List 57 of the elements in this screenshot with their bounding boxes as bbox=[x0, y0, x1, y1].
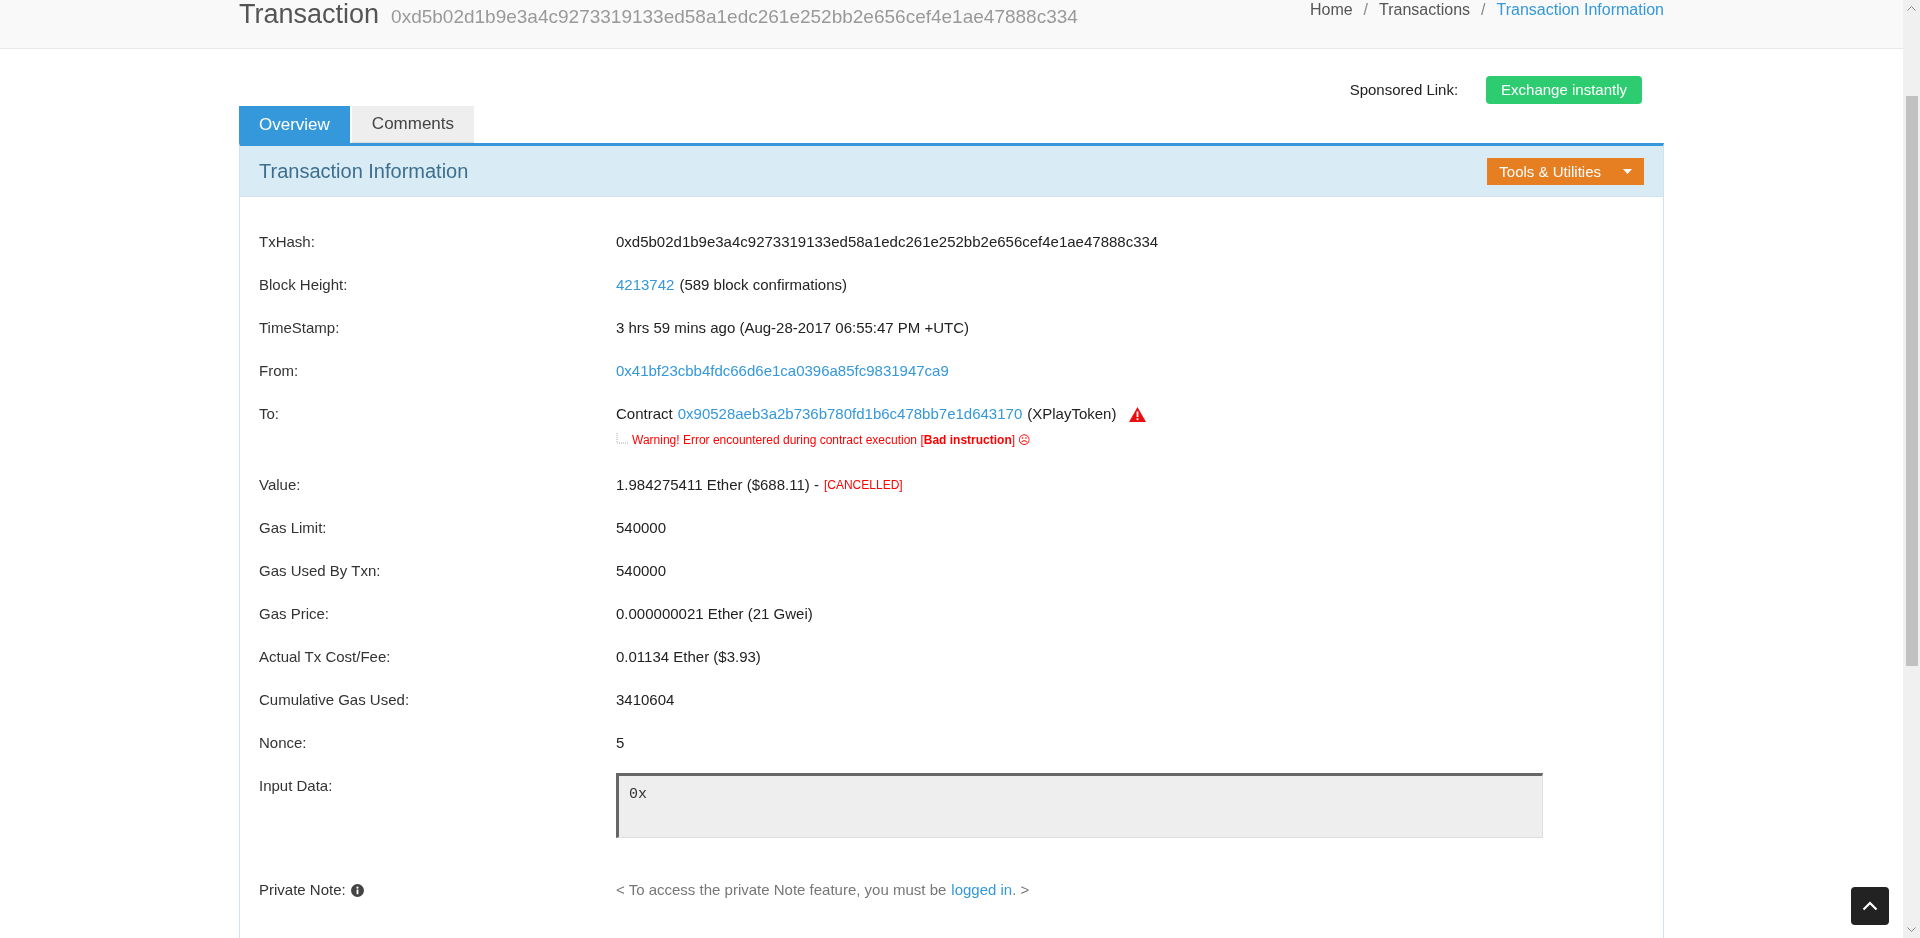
scrollbar-thumb[interactable] bbox=[1905, 96, 1918, 666]
scroll-down-icon[interactable] bbox=[1907, 927, 1916, 933]
field-label: Value: bbox=[259, 476, 301, 494]
exchange-button[interactable]: Exchange instantly bbox=[1486, 75, 1642, 104]
field-value: 0.01134 Ether ($3.93) bbox=[616, 648, 761, 666]
field-label: Gas Used By Txn: bbox=[259, 562, 381, 580]
field-value: 3410604 bbox=[616, 691, 675, 709]
field-label: TxHash: bbox=[259, 233, 315, 251]
field-label: Private Note: bbox=[259, 881, 346, 899]
field-label: Gas Limit: bbox=[259, 519, 327, 537]
sponsored-label: Sponsored Link: bbox=[1349, 81, 1459, 98]
breadcrumb-separator: / bbox=[1363, 1, 1369, 19]
value-link[interactable]: 4213742 bbox=[616, 276, 675, 294]
tab[interactable]: Overview bbox=[239, 106, 350, 143]
field-value: (XPlayToken) bbox=[1027, 405, 1117, 423]
breadcrumb-link[interactable]: Home bbox=[1309, 1, 1353, 19]
breadcrumb-link[interactable]: Transactions bbox=[1379, 1, 1471, 19]
value-link[interactable]: 0x90528aeb3a2b736b780fd1b6c478bb7e1d643170 bbox=[677, 405, 1023, 423]
field-value: 5 bbox=[616, 734, 625, 752]
field-label: Gas Price: bbox=[259, 605, 330, 623]
field-label: To: bbox=[259, 405, 279, 423]
field-value: 540000 bbox=[616, 562, 667, 580]
panel-title: Transaction Information bbox=[259, 159, 469, 183]
chevron-up-icon bbox=[1862, 901, 1878, 911]
field-value: 0xd5b02d1b9e3a4c9273319133ed58a1edc261e252bb2e656cef4e1ae47888c334 bbox=[616, 233, 1159, 251]
scroll-up-icon[interactable] bbox=[1907, 5, 1916, 11]
tab[interactable]: Comments bbox=[351, 106, 475, 143]
login-link[interactable]: logged in bbox=[951, 881, 1013, 899]
field-label: Block Height: bbox=[259, 276, 348, 294]
tools-dropdown[interactable]: Tools & Utilities bbox=[1487, 157, 1644, 185]
breadcrumb-link[interactable]: Transaction Information bbox=[1496, 1, 1664, 19]
transaction-hash: 0xd5b02d1b9e3a4c9273319133ed58a1edc261e252bb2e656cef4e1ae47888c334 bbox=[391, 5, 1078, 29]
field-value: 1.984275411 Ether ($688.11) - bbox=[616, 476, 819, 494]
input-data-field[interactable]: 0x bbox=[616, 773, 1543, 838]
scrollbar[interactable] bbox=[1903, 0, 1920, 938]
field-value: 540000 bbox=[616, 519, 667, 537]
note-text: . > bbox=[1012, 881, 1030, 899]
status-text: [CANCELLED] bbox=[823, 477, 903, 494]
warning-icon bbox=[1129, 406, 1147, 422]
back-to-top-button[interactable] bbox=[1851, 887, 1889, 925]
field-label: Cumulative Gas Used: bbox=[259, 691, 410, 709]
field-value: 0.000000021 Ether (21 Gwei) bbox=[616, 605, 813, 623]
field-value: Contract bbox=[616, 405, 673, 423]
caret-icon bbox=[1623, 168, 1632, 174]
field-label: TimeStamp: bbox=[259, 319, 340, 337]
note-text: < To access the private Note feature, you must be bbox=[616, 881, 947, 899]
page-title: Transaction bbox=[239, 0, 380, 29]
field-value: 3 hrs 59 mins ago (Aug-28-2017 06:55:47 PM +UTC) bbox=[616, 319, 970, 337]
field-label: From: bbox=[259, 362, 299, 380]
field-label: Nonce: bbox=[259, 734, 307, 752]
tree-connector-icon bbox=[616, 433, 629, 444]
breadcrumb-separator: / bbox=[1481, 1, 1486, 19]
field-label: Input Data: bbox=[259, 777, 333, 795]
value-link[interactable]: 0x41bf23cbb4fdc66d6e1ca0396a85fc9831947ca9 bbox=[616, 362, 949, 380]
field-value: (589 block confirmations) bbox=[679, 276, 847, 294]
field-label: Actual Tx Cost/Fee: bbox=[259, 648, 391, 666]
warning-message: Warning! Error encountered during contract execution [Bad instruction] ☹ bbox=[632, 433, 1032, 447]
